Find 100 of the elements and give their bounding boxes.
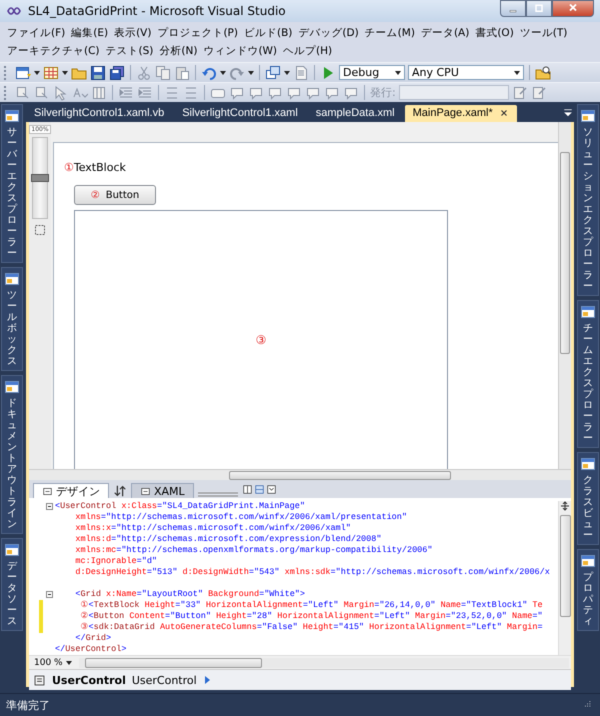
menu-item[interactable]: 書式(O)	[472, 25, 517, 41]
split-vertical-icon[interactable]	[242, 484, 253, 494]
menu-item[interactable]: データ(A)	[418, 25, 472, 41]
caret-icon[interactable]	[34, 70, 40, 76]
code-line: xmlns:mc="http://schemas.openxmlformats.org/markup-compatibility/2006"	[74, 545, 432, 556]
scissors-icon[interactable]	[136, 64, 152, 80]
window-icon[interactable]	[15, 64, 31, 80]
split-handle-icon[interactable]	[560, 501, 570, 511]
caret-icon[interactable]	[395, 70, 401, 76]
breadcrumb-item[interactable]: UserControl	[52, 674, 126, 686]
folder-search-icon[interactable]	[535, 64, 551, 80]
fit-icon[interactable]	[32, 222, 48, 238]
publish-dropdown[interactable]	[398, 85, 509, 100]
code-line: xmlns:x="http://schemas.microsoft.com/winfx/2006/xaml"	[74, 523, 351, 534]
tool-window-tab[interactable]: クラスビュー	[577, 452, 599, 545]
collapse-icon[interactable]	[45, 590, 54, 599]
publish-icon[interactable]	[512, 84, 528, 100]
code-line: mc:Ignorable="d"	[74, 556, 158, 567]
design-button[interactable]: ② Button	[74, 185, 156, 205]
save-all-icon[interactable]	[109, 64, 125, 80]
document-tab[interactable]: SilverlightControl1.xaml	[174, 105, 306, 122]
tool-window-tab[interactable]: サーバーエクスプローラー	[1, 104, 23, 263]
menu-item[interactable]: プロジェクト(P)	[154, 25, 241, 41]
tool-window-icon	[4, 108, 20, 124]
menu-item[interactable]: ツール(T)	[516, 25, 570, 41]
lines-icon[interactable]	[183, 84, 199, 100]
design-icon	[42, 486, 53, 496]
cursor-icon[interactable]	[53, 84, 69, 100]
menu-item[interactable]: ビルド(B)	[240, 25, 296, 41]
vertical-scrollbar[interactable]	[558, 122, 571, 469]
caret-icon[interactable]	[514, 70, 520, 76]
tool-window-tab[interactable]: チームエクスプローラー	[577, 300, 599, 448]
menu-item[interactable]: ウィンドウ(W)	[200, 43, 280, 59]
publish-label: 発行:	[370, 85, 396, 100]
horizontal-scrollbar[interactable]	[29, 469, 571, 480]
tool-window-tab[interactable]: ツールボックス	[1, 267, 23, 371]
caret-icon[interactable]	[284, 70, 290, 76]
tool-window-icon	[580, 553, 596, 569]
zoom-slider[interactable]	[32, 137, 48, 219]
paste-icon[interactable]	[174, 64, 190, 80]
tool-window-icon	[4, 542, 20, 558]
caret-icon[interactable]	[248, 70, 254, 76]
swap-icon[interactable]	[113, 484, 127, 498]
save-icon[interactable]	[90, 64, 106, 80]
marker-label: ③	[256, 333, 266, 347]
menu-item[interactable]: 分析(N)	[156, 43, 200, 59]
tool-window-tab[interactable]: プロパティ	[577, 549, 599, 631]
breadcrumb-item[interactable]: UserControl	[132, 674, 197, 686]
text-label: ①TextBlock	[64, 160, 127, 176]
collapse-icon[interactable]	[45, 502, 54, 511]
code-line: ②<Button Content="Button" Height="28" HorizontalAlignment="Left" Margin="23,52,0,0" Name="	[80, 611, 543, 622]
zoom-thumb[interactable]	[31, 174, 49, 182]
document-tab[interactable]: sampleData.xml	[308, 105, 403, 122]
grid-icon[interactable]	[43, 64, 59, 80]
menu-item[interactable]: テスト(S)	[102, 43, 156, 59]
code-line: xmlns="http://schemas.microsoft.com/winfx/2006/xaml/presentation"	[74, 512, 407, 523]
code-line: ①<TextBlock Height="33" HorizontalAlignment="Left" Margin="26,14,0,0" Name="TextBlock1" Te	[80, 600, 543, 611]
menu-item[interactable]: アーキテクチャ(C)	[4, 43, 103, 59]
tool-window-tab[interactable]: ドキュメントアウトライン	[1, 375, 23, 534]
maximize-button[interactable]	[526, 0, 552, 17]
menu-item[interactable]: チーム(M)	[362, 25, 418, 41]
close-button[interactable]	[552, 0, 594, 17]
document-tab[interactable]: MainPage.xaml*	[404, 105, 517, 122]
collapse-pane-icon[interactable]	[266, 484, 277, 494]
tool-window-tab[interactable]: ソリューションエクスプローラー	[577, 104, 599, 296]
splitter-grip[interactable]	[198, 491, 238, 498]
document-tab[interactable]: SilverlightControl1.xaml.vb	[26, 105, 172, 122]
caret-icon[interactable]	[66, 660, 72, 666]
view-tab[interactable]: デザイン	[33, 483, 109, 498]
close-icon[interactable]	[498, 108, 509, 118]
menu-item[interactable]: 編集(E)	[68, 25, 112, 41]
expand-arrow-icon[interactable]	[202, 675, 211, 685]
status-text: 準備完了	[6, 698, 50, 712]
xml-icon	[140, 486, 151, 496]
code-line: xmlns:d="http://schemas.microsoft.com/expression/blend/2008"	[74, 534, 382, 545]
configuration-dropdown[interactable]: Debug	[339, 65, 405, 80]
menu-item[interactable]: ファイル(F)	[4, 25, 68, 41]
tool-window-tab[interactable]: データソース	[1, 538, 23, 631]
platform-dropdown[interactable]: Any CPU	[408, 65, 524, 80]
menu-item[interactable]: 表示(V)	[111, 25, 154, 41]
view-tab[interactable]: XAML	[131, 483, 194, 498]
window-stack-icon[interactable]	[265, 64, 281, 80]
caret-icon[interactable]	[62, 70, 68, 76]
split-horizontal-icon[interactable]	[254, 484, 265, 494]
tool-window-icon	[580, 108, 596, 124]
document-outline-icon[interactable]	[33, 674, 46, 686]
lines-icon[interactable]	[164, 84, 180, 100]
indent-icon[interactable]	[137, 84, 153, 100]
menu-item[interactable]: ヘルプ(H)	[280, 43, 336, 59]
tool-window-icon	[580, 304, 596, 320]
code-line: ③<sdk:DataGrid AutoGenerateColumns="False" Height="415" HorizontalAlignment="Left" Margin=	[80, 622, 543, 633]
caret-icon[interactable]	[220, 70, 226, 76]
copy-icon[interactable]	[155, 64, 171, 80]
tool-window-icon	[580, 456, 596, 472]
window-title: SL4_DataGridPrint - Microsoft Visual Studio	[28, 4, 287, 18]
minimize-button[interactable]	[500, 0, 526, 17]
menu-item[interactable]: デバッグ(D)	[295, 25, 362, 41]
tool-window-icon	[4, 271, 20, 287]
vertical-scrollbar[interactable]	[558, 501, 571, 655]
horizontal-scrollbar[interactable]	[79, 658, 569, 668]
